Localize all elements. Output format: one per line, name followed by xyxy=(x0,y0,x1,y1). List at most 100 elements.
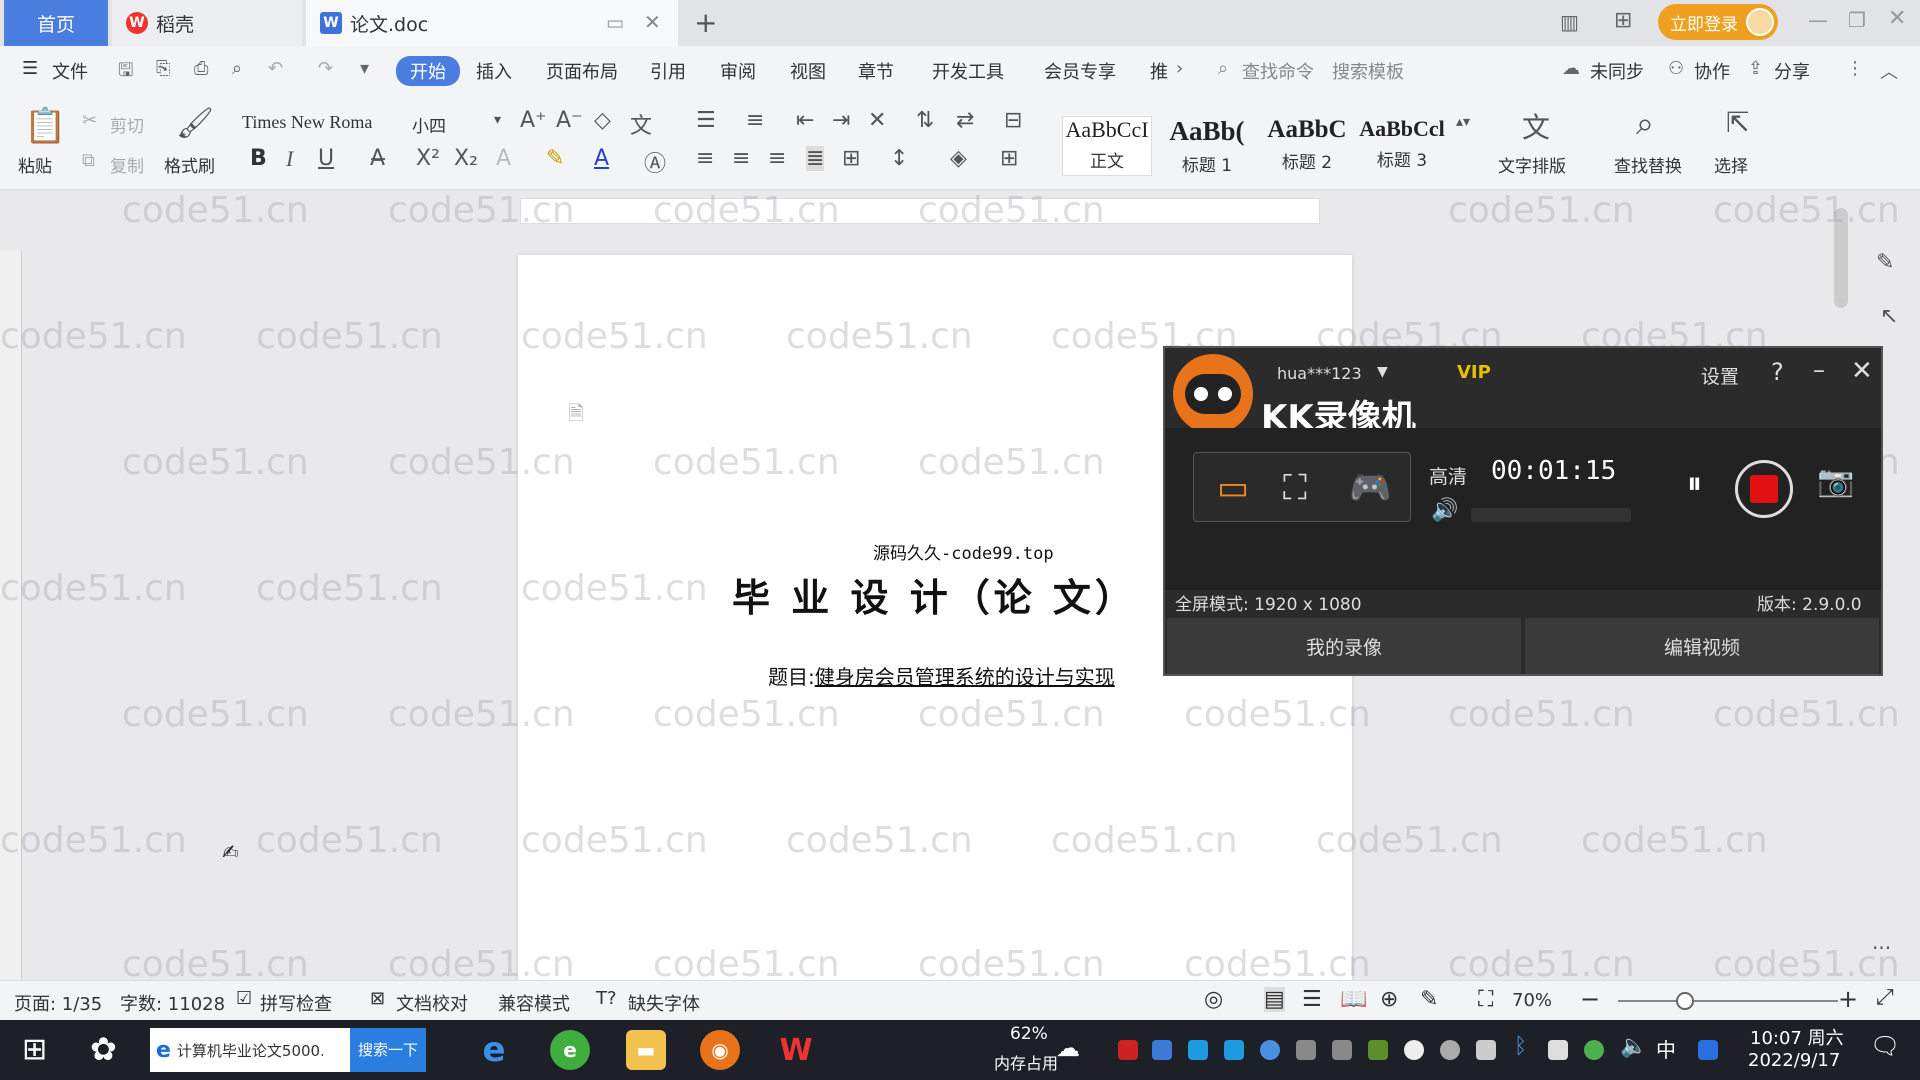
paste-label[interactable]: 粘贴 xyxy=(18,152,52,177)
notification-icon[interactable]: 🗨 xyxy=(1870,1032,1900,1060)
hamburger-icon[interactable]: ☰ xyxy=(22,58,38,79)
quality-label[interactable]: 高清 xyxy=(1429,462,1467,489)
my-recordings-button[interactable]: 我的录像 xyxy=(1167,618,1521,674)
kk-username[interactable]: hua***123 xyxy=(1277,364,1362,383)
fullscreen-icon[interactable]: ⤢ xyxy=(1876,985,1894,1010)
fullscreen-mode-icon[interactable]: ▭ xyxy=(1217,468,1249,508)
camera-icon[interactable]: 📷 xyxy=(1817,464,1854,499)
kk-recorder-window[interactable]: hua***123 ▼ VIP 设置 ? – ✕ KK录像机 ▭ ⛶ 🎮 高清 … xyxy=(1163,346,1883,676)
font-size-dropdown-icon[interactable]: ▾ xyxy=(494,112,501,128)
clock-date[interactable]: 2022/9/17 xyxy=(1748,1050,1840,1071)
align-center-icon[interactable]: ≡ xyxy=(732,146,750,171)
close-tab-icon[interactable]: ✕ xyxy=(644,10,661,34)
zoom-slider-handle[interactable] xyxy=(1676,992,1694,1010)
show-marks-icon[interactable]: ⊟ xyxy=(1004,108,1022,133)
line-spacing-icon[interactable]: ↕ xyxy=(890,146,908,171)
strikethrough-icon[interactable]: A̶ xyxy=(370,146,385,171)
menu-page-layout[interactable]: 页面布局 xyxy=(546,58,618,84)
search-template-input[interactable]: 搜索模板 xyxy=(1332,58,1404,84)
speaker-icon[interactable]: 🔈 xyxy=(1620,1034,1647,1059)
font-name-select[interactable]: Times New Roma xyxy=(242,112,372,133)
battery-icon[interactable] xyxy=(1476,1040,1496,1060)
login-button[interactable]: 立即登录 xyxy=(1658,4,1778,40)
styles-scroll-icon[interactable]: ▴▾ xyxy=(1456,114,1470,130)
close-window-icon[interactable]: ✕ xyxy=(1888,6,1906,31)
style-heading-3[interactable]: AaBbCcl 标题 3 xyxy=(1356,116,1448,176)
app-pinwheel-icon[interactable]: ✿ xyxy=(90,1030,117,1068)
kk-minimize-icon[interactable]: – xyxy=(1813,356,1825,384)
tray-app-icon[interactable] xyxy=(1368,1040,1388,1060)
align-left-icon[interactable]: ≡ xyxy=(696,146,714,171)
volume-icon[interactable]: 🔊 xyxy=(1431,498,1458,523)
bold-icon[interactable]: B xyxy=(250,146,267,171)
bullet-list-icon[interactable]: ☰ xyxy=(696,108,716,133)
page-view-icon[interactable]: ▤ xyxy=(1264,987,1285,1012)
web-view-icon[interactable]: ⊕ xyxy=(1380,987,1398,1012)
qq-icon[interactable] xyxy=(1404,1040,1424,1060)
kk-close-icon[interactable]: ✕ xyxy=(1851,356,1873,386)
menu-reference[interactable]: 引用 xyxy=(650,58,686,84)
zoom-out-icon[interactable]: − xyxy=(1580,985,1600,1013)
network-icon[interactable] xyxy=(1296,1040,1316,1060)
distribute-icon[interactable]: ⊞ xyxy=(842,146,860,171)
clear-format-icon[interactable]: ◇ xyxy=(594,108,611,133)
text-direction-icon[interactable]: ⇄ xyxy=(956,108,974,133)
select-cursor-icon[interactable]: ⇱ xyxy=(1726,106,1749,139)
copy-icon[interactable]: ⧉ xyxy=(82,150,95,171)
menu-member[interactable]: 会员专享 xyxy=(1044,58,1116,84)
style-heading-2[interactable]: AaBbC 标题 2 xyxy=(1260,116,1354,176)
style-normal[interactable]: AaBbCcI 正文 xyxy=(1062,116,1152,176)
style-heading-1[interactable]: AaBb( 标题 1 xyxy=(1160,116,1254,176)
usb-icon[interactable] xyxy=(1548,1040,1568,1060)
user-dropdown-icon[interactable]: ▼ xyxy=(1377,364,1388,380)
menu-review[interactable]: 审阅 xyxy=(720,58,756,84)
window-icon[interactable]: ▭ xyxy=(606,12,624,34)
taskbar-search-box[interactable]: e 计算机毕业论文5000... 搜索一下 xyxy=(150,1028,426,1072)
apps-grid-icon[interactable]: ⊞ xyxy=(1614,8,1632,33)
align-right-icon[interactable]: ≡ xyxy=(768,146,786,171)
italic-icon[interactable]: I xyxy=(286,146,293,172)
export-icon[interactable]: ⎘ xyxy=(156,58,170,79)
subscript-icon[interactable]: X₂ xyxy=(454,146,478,171)
zoom-level[interactable]: 70% xyxy=(1512,990,1552,1011)
layout-icon[interactable]: ▥ xyxy=(1560,10,1579,34)
outline-view-icon[interactable]: ☰ xyxy=(1302,987,1322,1012)
write-view-icon[interactable]: ✎ xyxy=(1420,987,1438,1012)
text-layout-label[interactable]: 文字排版 xyxy=(1498,152,1566,177)
text-layout-icon[interactable]: 文 xyxy=(1522,106,1550,146)
horizontal-ruler[interactable] xyxy=(520,198,1320,224)
text-effect-icon[interactable]: A xyxy=(496,146,511,171)
minimize-icon[interactable]: — xyxy=(1808,8,1828,32)
format-painter-icon[interactable]: 🖌 xyxy=(176,106,214,141)
tray-app-icon[interactable] xyxy=(1188,1040,1208,1060)
more-options-icon[interactable]: ⋮ xyxy=(1846,58,1864,79)
edit-video-button[interactable]: 编辑视频 xyxy=(1525,618,1879,674)
zoom-slider[interactable] xyxy=(1618,1000,1838,1002)
paste-icon[interactable]: 📋 xyxy=(24,106,66,146)
cursor-icon[interactable]: ↖ xyxy=(1880,304,1898,329)
menu-file[interactable]: 文件 xyxy=(52,58,88,84)
360-browser-icon[interactable]: e xyxy=(550,1030,590,1070)
quick-access-dropdown-icon[interactable]: ▾ xyxy=(360,58,369,79)
tab-home[interactable]: 首页 xyxy=(4,0,108,46)
ie-browser-icon[interactable]: e xyxy=(474,1030,514,1070)
maximize-icon[interactable]: ❐ xyxy=(1848,8,1866,32)
windows-start-icon[interactable]: ⊞ xyxy=(22,1032,47,1067)
memory-percent[interactable]: 62% xyxy=(1010,1024,1048,1044)
justify-icon[interactable]: ≣ xyxy=(806,146,825,171)
numbered-list-icon[interactable]: ≡ xyxy=(746,108,764,133)
find-replace-label[interactable]: 查找替换 xyxy=(1614,152,1682,177)
copy-label[interactable]: 复制 xyxy=(110,152,144,177)
eye-protect-icon[interactable]: ◎ xyxy=(1204,987,1223,1012)
stop-button[interactable] xyxy=(1735,460,1793,518)
font-size-select[interactable]: 小四 xyxy=(412,112,446,137)
missing-font-button[interactable]: 缺失字体 xyxy=(628,990,700,1016)
increase-indent-icon[interactable]: ⇥ xyxy=(832,108,850,133)
sort-icon[interactable]: ⇅ xyxy=(916,108,934,133)
preview-icon[interactable]: ⌕ xyxy=(232,58,242,79)
share-button[interactable]: 分享 xyxy=(1774,58,1810,84)
grow-font-icon[interactable]: A⁺ xyxy=(520,108,547,133)
menu-insert[interactable]: 插入 xyxy=(476,58,512,84)
chevron-right-icon[interactable]: › xyxy=(1176,58,1183,79)
select-label[interactable]: 选择 xyxy=(1714,152,1748,177)
